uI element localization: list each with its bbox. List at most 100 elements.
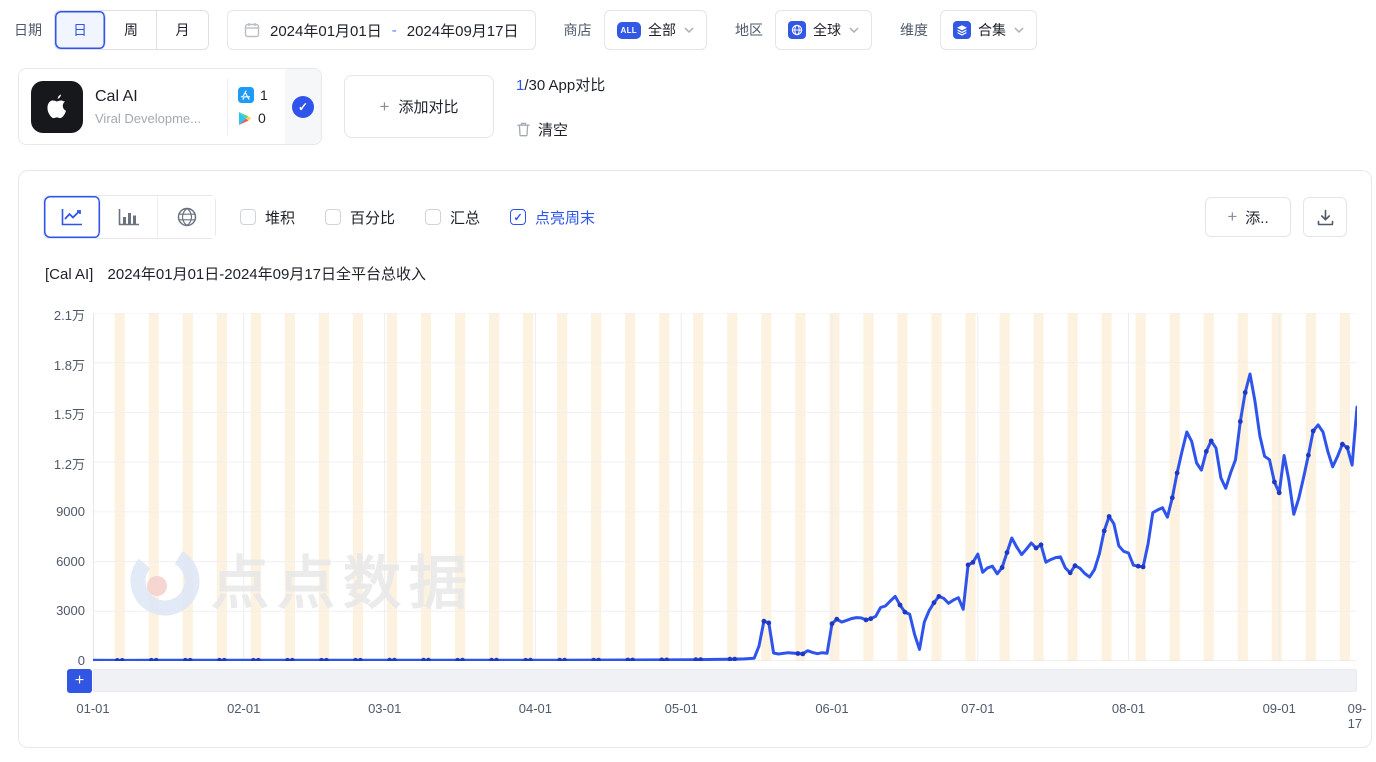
checkbox-2[interactable]: ✓ 汇总 [425, 207, 480, 228]
weekend-dot [796, 651, 801, 656]
weekend-dot [1102, 529, 1107, 534]
weekend-dot [1306, 453, 1311, 458]
add-metric-label: 添.. [1245, 207, 1268, 228]
weekend-band [999, 313, 1009, 661]
checkbox-box-icon: ✓ [425, 209, 441, 225]
date-filter-label: 日期 [14, 20, 42, 40]
weekend-band [965, 313, 975, 661]
x-axis-tick-label: 09-17 [1348, 701, 1367, 731]
weekend-band [557, 313, 567, 661]
chart-type-globe-button[interactable] [158, 196, 215, 238]
weekend-band [1102, 313, 1112, 661]
date-mode-2[interactable]: 月 [157, 11, 208, 49]
weekend-band [1306, 313, 1316, 661]
weekend-dot [932, 600, 937, 605]
weekend-dot [1005, 550, 1010, 555]
x-axis-tick-label: 07-01 [961, 701, 994, 716]
checkbox-label: 堆积 [265, 207, 295, 228]
layers-badge-icon [953, 21, 971, 39]
weekend-band [863, 313, 873, 661]
date-range-picker[interactable]: 2024年01月01日 - 2024年09月17日 [227, 10, 536, 50]
weekend-dot [898, 603, 903, 608]
store-dropdown[interactable]: ALL 全部 [604, 10, 707, 50]
chevron-down-icon [1014, 27, 1024, 33]
x-axis-tick-label: 08-01 [1112, 701, 1145, 716]
weekend-band [761, 313, 771, 661]
datazoom-expand-button[interactable]: + [67, 669, 92, 693]
weekend-band [625, 313, 635, 661]
x-axis-tick-label: 01-01 [76, 701, 109, 716]
calendar-icon [244, 22, 260, 38]
googleplay-icon [238, 111, 252, 126]
y-axis-tick-label: 1.2万 [23, 454, 85, 473]
clear-compare-button[interactable]: 清空 [516, 119, 605, 140]
globe-icon [177, 207, 197, 227]
weekend-dot [971, 560, 976, 565]
date-granularity-switch: 日周月 [54, 10, 209, 50]
checkbox-1[interactable]: ✓ 百分比 [325, 207, 395, 228]
weekend-dot [1204, 449, 1209, 454]
y-axis-tick-label: 2.1万 [23, 305, 85, 324]
weekend-dot [1000, 565, 1005, 570]
weekend-dot [1170, 495, 1175, 500]
weekend-band [1136, 313, 1146, 661]
checkbox-box-icon: ✓ [325, 209, 341, 225]
chart-type-line-button[interactable] [44, 196, 101, 238]
date-range-end: 2024年09月17日 [407, 20, 519, 41]
dimension-dropdown[interactable]: 合集 [940, 10, 1037, 50]
x-axis-tick-label: 05-01 [665, 701, 698, 716]
weekend-dot [1034, 546, 1039, 551]
app-selected-column[interactable]: ✓ [285, 69, 321, 144]
datazoom-slider[interactable] [93, 669, 1357, 692]
chevron-down-icon [684, 27, 694, 33]
app-compare-row: Cal AI Viral Developme... 1 0 [18, 68, 605, 145]
chart-type-bar-button[interactable] [101, 196, 158, 238]
checkbox-label: 汇总 [450, 207, 480, 228]
y-axis-tick-label: 6000 [23, 554, 85, 569]
weekend-dot [937, 594, 942, 599]
add-metric-button[interactable]: + 添.. [1205, 197, 1291, 237]
x-axis-tick-label: 09-01 [1263, 701, 1296, 716]
date-mode-0[interactable]: 日 [55, 11, 106, 49]
bar-chart-icon [118, 208, 140, 226]
checkbox-3[interactable]: ✓点亮周末 [510, 207, 595, 228]
date-range-separator: - [392, 22, 397, 39]
y-axis-tick-label: 0 [23, 653, 85, 668]
weekend-dot [834, 617, 839, 622]
download-icon [1317, 209, 1334, 226]
weekend-dot [1068, 570, 1073, 575]
weekend-dot [1141, 565, 1146, 570]
compare-info: 1/30 App对比 清空 [516, 74, 605, 140]
add-compare-button[interactable]: + 添加对比 [344, 75, 494, 138]
revenue-line-chart[interactable]: 点点数据 [93, 313, 1357, 661]
date-mode-1[interactable]: 周 [106, 11, 157, 49]
date-range-start: 2024年01月01日 [270, 20, 382, 41]
weekend-band [795, 313, 805, 661]
region-dropdown-value: 全球 [813, 20, 841, 40]
weekend-dot [1238, 419, 1243, 424]
x-axis-tick-label: 03-01 [368, 701, 401, 716]
chart-toolbar: ✓堆积 ✓ 百分比 ✓ 汇总 ✓点亮周末 + 添.. [43, 195, 1347, 239]
dimension-dropdown-value: 合集 [978, 20, 1006, 40]
checkbox-label: 百分比 [350, 207, 395, 228]
compare-count-rest: /30 App对比 [524, 77, 605, 94]
x-axis-tick-label: 02-01 [227, 701, 260, 716]
weekend-band [1340, 313, 1350, 661]
weekend-band [829, 313, 839, 661]
weekend-dot [1209, 439, 1214, 444]
trash-icon [516, 121, 531, 137]
region-dropdown[interactable]: 全球 [775, 10, 872, 50]
weekend-band [659, 313, 669, 661]
checkbox-0[interactable]: ✓堆积 [240, 207, 295, 228]
weekend-dot [1073, 563, 1078, 568]
x-axis-tick-label: 04-01 [519, 701, 552, 716]
weekend-band [931, 313, 941, 661]
app-card[interactable]: Cal AI Viral Developme... 1 0 [18, 68, 322, 145]
download-button[interactable] [1303, 197, 1347, 237]
app-developer: Viral Developme... [95, 111, 223, 126]
weekend-dot [1311, 429, 1316, 434]
weekend-dot [1136, 564, 1141, 569]
divider [227, 79, 228, 135]
store-dropdown-value: 全部 [648, 20, 676, 40]
chart-type-switch [43, 195, 216, 239]
